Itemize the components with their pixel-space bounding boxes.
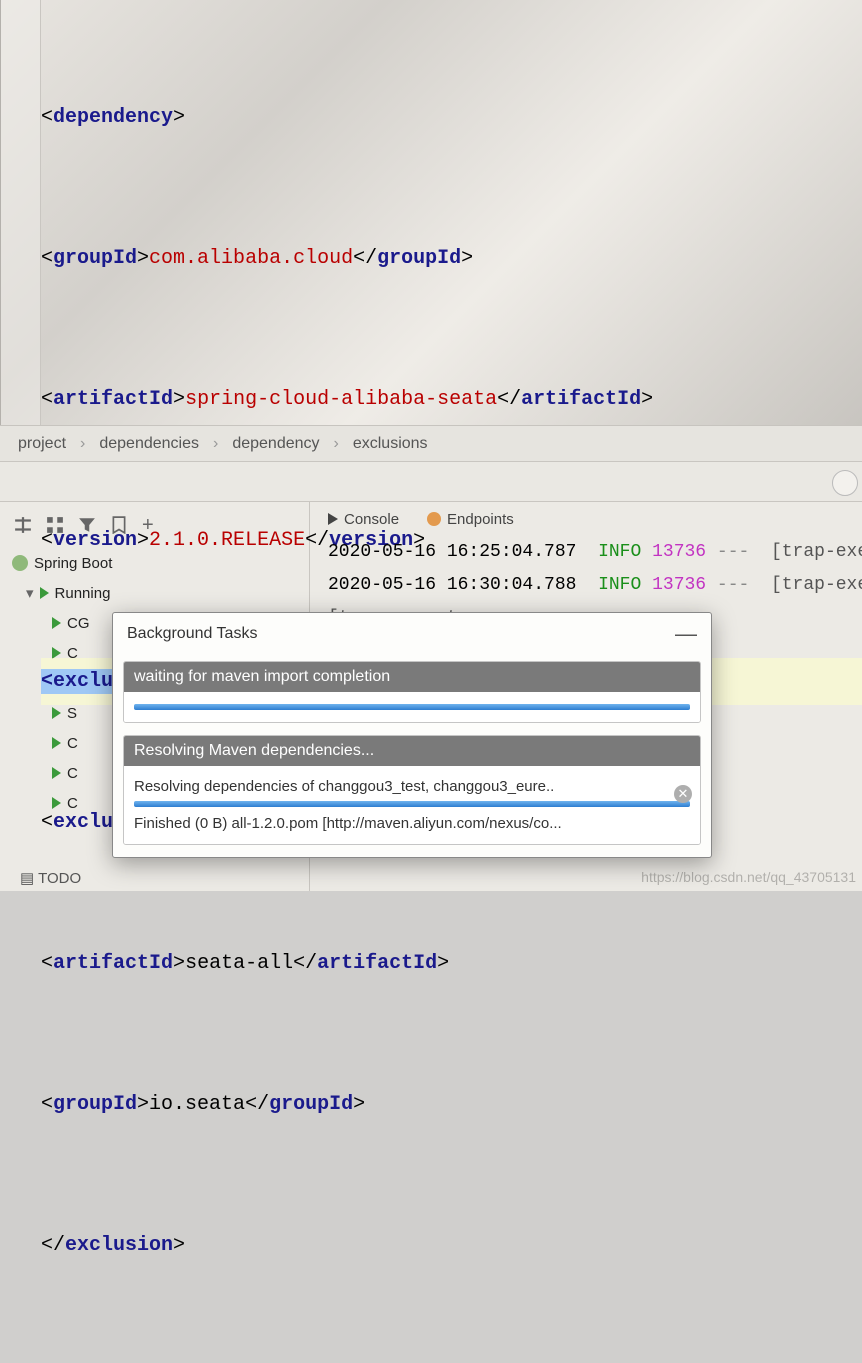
structure-strip bbox=[0, 461, 862, 501]
background-tasks-dialog: Background Tasks — waiting for maven imp… bbox=[112, 612, 712, 858]
version-value: 2.1.0.RELEASE bbox=[149, 529, 305, 552]
task-2: Resolving Maven dependencies... Resolvin… bbox=[123, 735, 701, 845]
task-1-progress bbox=[134, 704, 690, 710]
todo-tab[interactable]: ▤ TODO bbox=[20, 869, 81, 887]
artifactid-value: spring-cloud-alibaba-seata bbox=[185, 388, 497, 411]
code-editor[interactable]: <dependency> <groupId>com.alibaba.cloud<… bbox=[0, 0, 862, 425]
task-1: waiting for maven import completion bbox=[123, 661, 701, 723]
groupid-value: com.alibaba.cloud bbox=[149, 247, 353, 270]
log-line: 2020-05-16 16:30:04.788 INFO 13736 --- [… bbox=[328, 569, 862, 602]
task-2-msg: Resolving dependencies of changgou3_test… bbox=[134, 778, 690, 801]
layout-icon[interactable] bbox=[14, 516, 32, 534]
minimize-icon[interactable]: — bbox=[675, 621, 697, 647]
ex-artifactid-value: seata-all bbox=[185, 952, 293, 975]
log-line: 2020-05-16 16:25:04.787 INFO 13736 --- [… bbox=[328, 536, 862, 569]
console-tabs: Console Endpoints bbox=[310, 502, 862, 536]
dialog-title-text: Background Tasks bbox=[127, 625, 257, 643]
springboot-icon bbox=[12, 555, 28, 571]
tab-console-label: Console bbox=[344, 511, 399, 528]
task-2-done: Finished (0 B) all-1.2.0.pom [http://mav… bbox=[134, 807, 690, 832]
ex-groupid-value: io.seata bbox=[149, 1093, 245, 1116]
tab-console[interactable]: Console bbox=[328, 511, 399, 528]
watermark: https://blog.csdn.net/qq_43705131 bbox=[641, 869, 856, 885]
task-1-head: waiting for maven import completion bbox=[124, 662, 700, 692]
cancel-icon[interactable]: ✕ bbox=[674, 785, 692, 803]
tab-endpoints-label: Endpoints bbox=[447, 511, 514, 528]
editor-gutter bbox=[1, 0, 41, 425]
dialog-titlebar[interactable]: Background Tasks — bbox=[113, 613, 711, 655]
task-2-head: Resolving Maven dependencies... bbox=[124, 736, 700, 766]
tab-endpoints[interactable]: Endpoints bbox=[427, 511, 514, 528]
play-icon bbox=[328, 513, 338, 525]
endpoints-icon bbox=[427, 512, 441, 526]
